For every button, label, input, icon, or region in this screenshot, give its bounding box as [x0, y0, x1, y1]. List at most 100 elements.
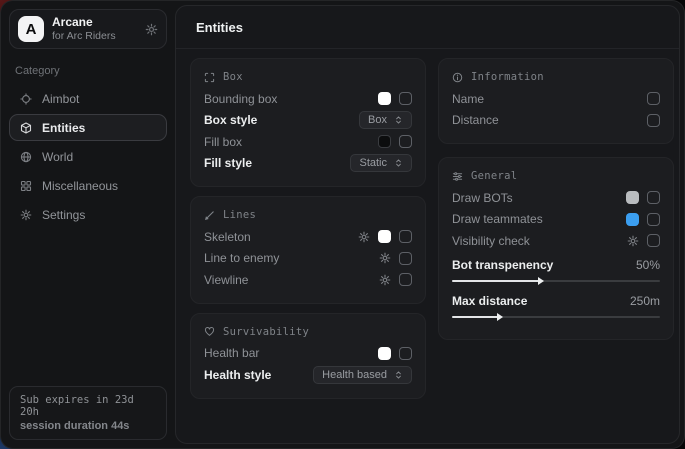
setting-label: Fill style	[204, 156, 350, 170]
fill-box-color-swatch[interactable]	[378, 135, 391, 148]
name-checkbox[interactable]	[647, 92, 660, 105]
info-icon	[452, 72, 463, 83]
visibility-check-checkbox[interactable]	[647, 234, 660, 247]
max-distance-slider-group: Max distance 250m	[452, 291, 660, 319]
draw-bots-checkbox[interactable]	[647, 191, 660, 204]
bounding-box-checkbox[interactable]	[399, 92, 412, 105]
bounding-box-color-swatch[interactable]	[378, 92, 391, 105]
slider-handle[interactable]	[538, 277, 544, 285]
gear-icon	[20, 209, 32, 221]
health-bar-checkbox[interactable]	[399, 347, 412, 360]
subscription-info-card: Sub expires in 23d 20h session duration …	[9, 386, 167, 440]
box-card: Box Bounding box Box style Box	[190, 58, 426, 187]
sidebar-item-label: Aimbot	[42, 92, 79, 106]
sliders-icon	[452, 171, 463, 182]
sidebar-item-label: Settings	[42, 208, 85, 222]
bot-transparency-slider-group: Bot transpenency 50%	[452, 255, 660, 283]
sidebar-item-miscellaneous[interactable]: Miscellaneous	[9, 172, 167, 199]
chevron-updown-icon	[394, 115, 403, 125]
setting-label: Name	[452, 92, 647, 106]
setting-row: Fill box	[204, 131, 412, 153]
card-title-text: Lines	[223, 209, 256, 221]
sidebar-item-aimbot[interactable]: Aimbot	[9, 85, 167, 112]
slider-label: Max distance	[452, 294, 630, 308]
setting-row: Visibility check	[452, 230, 660, 252]
setting-label: Health bar	[204, 346, 378, 360]
brand-subtitle: for Arc Riders	[52, 30, 116, 42]
box-style-dropdown[interactable]: Box	[359, 111, 412, 129]
brand-name: Arcane	[52, 16, 116, 30]
draw-teammates-color-swatch[interactable]	[626, 213, 639, 226]
slider-handle[interactable]	[497, 313, 503, 321]
chevron-updown-icon	[394, 158, 403, 168]
main-panel: Entities Box Bounding box	[175, 5, 680, 444]
viewline-config-gear-icon[interactable]	[379, 274, 391, 286]
brand-settings-gear-icon[interactable]	[145, 23, 158, 36]
survivability-card: Survivability Health bar Health style	[190, 313, 426, 399]
setting-row: Distance	[452, 110, 660, 132]
viewline-checkbox[interactable]	[399, 273, 412, 286]
setting-row: Health style Health based	[204, 364, 412, 386]
brand-initial: A	[26, 21, 37, 38]
fill-box-checkbox[interactable]	[399, 135, 412, 148]
setting-label: Distance	[452, 113, 647, 127]
slider-value: 250m	[630, 294, 660, 308]
sidebar-item-settings[interactable]: Settings	[9, 201, 167, 228]
dropdown-value: Box	[368, 114, 387, 126]
app-window: A Arcane for Arc Riders Category Aimbot	[0, 0, 685, 449]
sidebar-nav: Aimbot Entities World Miscellaneous	[9, 85, 167, 228]
distance-checkbox[interactable]	[647, 114, 660, 127]
focus-brackets-icon	[204, 72, 215, 83]
skeleton-config-gear-icon[interactable]	[358, 231, 370, 243]
skeleton-checkbox[interactable]	[399, 230, 412, 243]
draw-teammates-checkbox[interactable]	[647, 213, 660, 226]
setting-row: Draw BOTs	[452, 187, 660, 209]
setting-label: Line to enemy	[204, 251, 379, 265]
grid-icon	[20, 180, 32, 192]
slider-fill	[452, 280, 539, 282]
setting-row: Skeleton	[204, 226, 412, 248]
slider-label: Bot transpenency	[452, 258, 636, 272]
general-card: General Draw BOTs Draw teammates	[438, 157, 674, 340]
skeleton-color-swatch[interactable]	[378, 230, 391, 243]
brand-logo: A	[18, 16, 44, 42]
setting-label: Draw teammates	[452, 212, 626, 226]
fill-style-dropdown[interactable]: Static	[350, 154, 412, 172]
slider-fill	[452, 316, 498, 318]
setting-row: Box style Box	[204, 110, 412, 132]
setting-label: Bounding box	[204, 92, 378, 106]
bot-transparency-slider[interactable]	[452, 279, 660, 283]
content-area: Box Bounding box Box style Box	[176, 49, 679, 443]
line-to-enemy-checkbox[interactable]	[399, 252, 412, 265]
slider-value: 50%	[636, 258, 660, 272]
line-to-enemy-config-gear-icon[interactable]	[379, 252, 391, 264]
card-title-text: Information	[471, 71, 544, 83]
max-distance-slider[interactable]	[452, 315, 660, 319]
diagonal-line-icon	[204, 210, 215, 221]
health-style-dropdown[interactable]: Health based	[313, 366, 412, 384]
health-bar-color-swatch[interactable]	[378, 347, 391, 360]
session-duration-text: session duration 44s	[20, 420, 156, 432]
card-title-text: Survivability	[223, 326, 309, 338]
visibility-check-config-gear-icon[interactable]	[627, 235, 639, 247]
sidebar-item-world[interactable]: World	[9, 143, 167, 170]
setting-row: Fill style Static	[204, 153, 412, 175]
sidebar: A Arcane for Arc Riders Category Aimbot	[1, 1, 175, 448]
draw-bots-color-swatch[interactable]	[626, 191, 639, 204]
sub-expiry-text: Sub expires in 23d 20h	[20, 394, 156, 418]
dropdown-value: Health based	[322, 369, 387, 381]
information-card: Information Name Distance	[438, 58, 674, 144]
setting-row: Draw teammates	[452, 209, 660, 231]
sidebar-item-label: Entities	[42, 121, 85, 135]
setting-label: Viewline	[204, 273, 379, 287]
page-title: Entities	[196, 20, 243, 35]
setting-label: Fill box	[204, 135, 378, 149]
brand-card: A Arcane for Arc Riders	[9, 9, 167, 49]
card-title-text: Box	[223, 71, 243, 83]
setting-label: Skeleton	[204, 230, 358, 244]
setting-row: Name	[452, 88, 660, 110]
crosshair-icon	[20, 93, 32, 105]
setting-label: Visibility check	[452, 234, 627, 248]
sidebar-item-entities[interactable]: Entities	[9, 114, 167, 141]
sidebar-item-label: Miscellaneous	[42, 179, 118, 193]
